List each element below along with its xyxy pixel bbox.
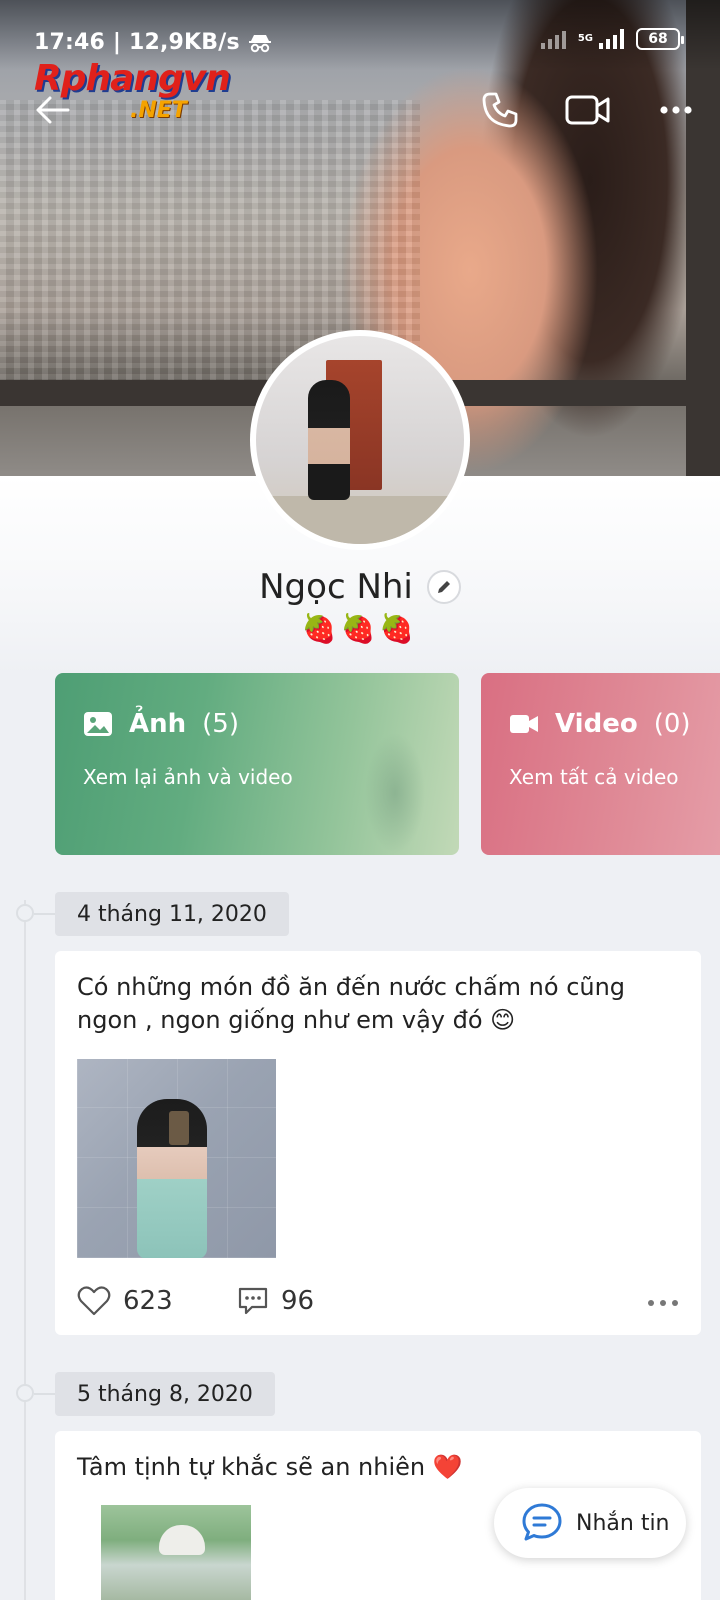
- edit-name-button[interactable]: [426, 570, 461, 604]
- profile-name-row: Ngọc Nhi: [0, 562, 720, 612]
- profile-status-emoji: 🍓🍓🍓: [301, 612, 419, 645]
- battery-level: 68: [648, 31, 668, 47]
- phone-icon: [482, 92, 518, 128]
- photos-card-background-photo: [365, 733, 425, 853]
- avatar[interactable]: [250, 330, 470, 550]
- signal-strong-icon: [599, 29, 624, 49]
- post-date-chip: 5 tháng 8, 2020: [55, 1372, 275, 1416]
- comment-button[interactable]: 96: [237, 1286, 437, 1316]
- avatar-photo: [256, 336, 464, 544]
- watermark-sub-text: .NET: [130, 98, 187, 123]
- post-photo[interactable]: [101, 1505, 251, 1600]
- comment-count: 96: [281, 1286, 315, 1316]
- comment-icon: [238, 1287, 268, 1315]
- videos-card[interactable]: Video (0) Xem tất cả video: [481, 673, 720, 855]
- status-left: 17:46 | 12,9KB/s: [34, 30, 272, 55]
- chat-bubble-icon: [522, 1503, 562, 1541]
- network-type: 5G: [577, 33, 593, 44]
- post-photo-phone: [169, 1111, 189, 1145]
- video-call-button[interactable]: [558, 80, 618, 140]
- like-button[interactable]: 623: [77, 1286, 237, 1316]
- timeline-dot: [16, 904, 56, 922]
- photos-count: (5): [202, 709, 239, 739]
- send-message-button[interactable]: Nhắn tin: [494, 1488, 686, 1558]
- video-camera-icon: [565, 95, 610, 125]
- arrow-left-icon: [36, 96, 70, 124]
- videos-subtitle: Xem tất cả video: [509, 765, 679, 789]
- post-text: Tâm tịnh tự khắc sẽ an nhiên ❤️: [77, 1453, 463, 1481]
- like-count: 623: [123, 1286, 173, 1316]
- post-text: Có những món đồ ăn đến nước chấm nó cũng…: [77, 973, 626, 1034]
- videos-count: (0): [653, 709, 691, 739]
- more-horizontal-icon: [648, 1299, 678, 1306]
- video-icon: [510, 715, 538, 733]
- status-right: 5G 68: [540, 28, 684, 50]
- post-actions: 623 96: [77, 1281, 679, 1321]
- post-more-button[interactable]: [647, 1292, 679, 1311]
- timeline-dot: [16, 1384, 56, 1402]
- more-options-button[interactable]: [646, 80, 706, 140]
- videos-label: Video: [555, 709, 638, 739]
- avatar-person: [308, 380, 350, 500]
- photos-label: Ảnh: [129, 709, 187, 739]
- post-photo-person: [159, 1525, 205, 1555]
- profile-name: Ngọc Nhi: [259, 567, 413, 607]
- send-message-label: Nhắn tin: [576, 1510, 670, 1536]
- incognito-icon: [248, 34, 271, 52]
- avatar-floor: [256, 496, 464, 544]
- timeline-line: [24, 900, 26, 1600]
- voice-call-button[interactable]: [470, 80, 530, 140]
- photos-card[interactable]: Ảnh (5) Xem lại ảnh và video: [55, 673, 459, 855]
- post-date-chip: 4 tháng 11, 2020: [55, 892, 289, 936]
- status-time-speed: 17:46 | 12,9KB/s: [34, 30, 240, 55]
- signal-weak-icon: [540, 29, 566, 49]
- image-icon: [84, 712, 112, 736]
- more-horizontal-icon: [660, 106, 692, 114]
- post-photo[interactable]: [77, 1059, 276, 1258]
- back-button[interactable]: [22, 80, 82, 140]
- heart-icon: [77, 1286, 111, 1316]
- post-card[interactable]: Có những món đồ ăn đến nước chấm nó cũng…: [55, 951, 701, 1335]
- pencil-icon: [437, 581, 450, 593]
- battery-icon: 68: [636, 28, 684, 50]
- videos-card-title: Video (0): [509, 709, 713, 739]
